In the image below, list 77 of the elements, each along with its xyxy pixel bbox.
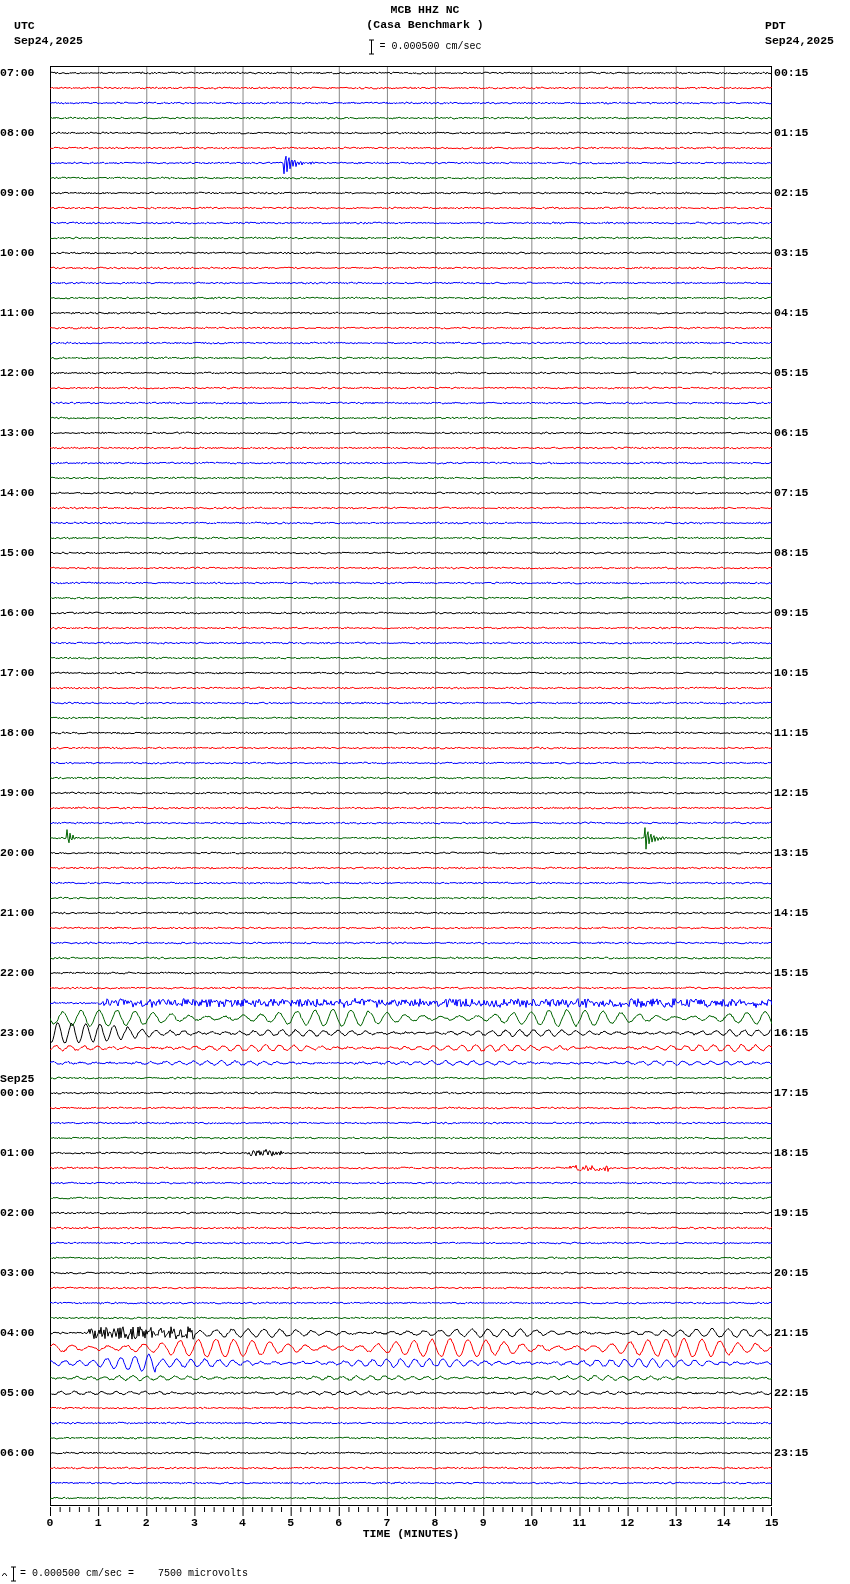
date-label: Sep24,2025 <box>14 34 84 48</box>
axis-tick-label: 7 <box>382 1516 392 1530</box>
hour-label: 14:00 <box>0 486 36 500</box>
hour-label: 04:15 <box>774 306 810 320</box>
hour-label: 06:15 <box>774 426 810 440</box>
scale-marker-icon <box>2 1571 7 1577</box>
hour-label: 09:00 <box>0 186 36 200</box>
hour-label: 01:15 <box>774 126 810 140</box>
hour-label: 15:00 <box>0 546 36 560</box>
hour-label: 11:00 <box>0 306 36 320</box>
hour-label: 00:00 <box>0 1086 36 1100</box>
scale-bar-icon <box>10 1566 17 1582</box>
hour-label: 00:15 <box>774 66 810 80</box>
axis-tick-label: 10 <box>523 1516 540 1530</box>
hour-label: 15:15 <box>774 966 810 980</box>
axis-title: TIME (MINUTES) <box>362 1527 460 1541</box>
axis-tick-label: 0 <box>45 1516 55 1530</box>
hour-label: 19:00 <box>0 786 36 800</box>
axis-tick-label: 3 <box>189 1516 199 1530</box>
scale-bar-icon <box>368 39 376 55</box>
hour-label: 16:00 <box>0 606 36 620</box>
hour-label: 12:00 <box>0 366 36 380</box>
axis-tick-label: 9 <box>478 1516 488 1530</box>
hour-label: 01:00 <box>0 1146 36 1160</box>
station-title: MCB HHZ NC <box>390 3 460 17</box>
hour-label: 22:00 <box>0 966 36 980</box>
hour-label: 07:00 <box>0 66 36 80</box>
hour-label: 10:15 <box>774 666 810 680</box>
hour-label: 18:15 <box>774 1146 810 1160</box>
hour-label: 05:15 <box>774 366 810 380</box>
hour-label: 10:00 <box>0 246 36 260</box>
hour-label: 21:15 <box>774 1326 810 1340</box>
axis-tick-label: 13 <box>667 1516 684 1530</box>
hour-label: 12:15 <box>774 786 810 800</box>
hour-label: 08:15 <box>774 546 810 560</box>
hour-label: 14:15 <box>774 906 810 920</box>
timezone-label: UTC <box>14 19 36 33</box>
axis-tick-label: 14 <box>715 1516 732 1530</box>
hour-label: 09:15 <box>774 606 810 620</box>
scale-label: = 0.000500 cm/sec = 7500 microvolts <box>20 1567 249 1581</box>
hour-label: 19:15 <box>774 1206 810 1220</box>
axis-tick-label: 12 <box>619 1516 636 1530</box>
timezone-label: PDT <box>765 19 787 33</box>
hour-label: 16:15 <box>774 1026 810 1040</box>
hour-label: 21:00 <box>0 906 36 920</box>
axis-tick-label: 15 <box>763 1516 780 1530</box>
hour-label: 13:15 <box>774 846 810 860</box>
axis-tick-label: 4 <box>238 1516 247 1530</box>
hour-label: 02:15 <box>774 186 810 200</box>
axis-tick-label: 11 <box>571 1516 588 1530</box>
hour-label: 06:00 <box>0 1446 36 1460</box>
hour-label: 11:15 <box>774 726 810 740</box>
date-label: Sep25 <box>0 1072 36 1086</box>
hour-label: 18:00 <box>0 726 36 740</box>
hour-label: 17:00 <box>0 666 36 680</box>
date-label: Sep24,2025 <box>765 34 835 48</box>
station-subtitle: (Casa Benchmark ) <box>366 18 484 32</box>
hour-label: 23:15 <box>774 1446 810 1460</box>
axis-tick-label: 1 <box>93 1516 103 1530</box>
hour-label: 20:00 <box>0 846 36 860</box>
hour-label: 20:15 <box>774 1266 810 1280</box>
axis-tick-label: 2 <box>141 1516 151 1530</box>
scale-label: = 0.000500 cm/sec <box>379 40 482 54</box>
hour-label: 04:00 <box>0 1326 36 1340</box>
hour-label: 08:00 <box>0 126 36 140</box>
hour-label: 23:00 <box>0 1026 36 1040</box>
hour-label: 02:00 <box>0 1206 36 1220</box>
hour-label: 17:15 <box>774 1086 810 1100</box>
hour-label: 22:15 <box>774 1386 810 1400</box>
hour-label: 13:00 <box>0 426 36 440</box>
axis-tick-label: 6 <box>334 1516 344 1530</box>
hour-label: 05:00 <box>0 1386 36 1400</box>
axis-tick-label: 8 <box>430 1516 440 1529</box>
hour-label: 03:15 <box>774 246 810 260</box>
hour-label: 03:00 <box>0 1266 36 1280</box>
hour-label: 07:15 <box>774 486 810 500</box>
axis-tick-label: 5 <box>286 1516 296 1530</box>
